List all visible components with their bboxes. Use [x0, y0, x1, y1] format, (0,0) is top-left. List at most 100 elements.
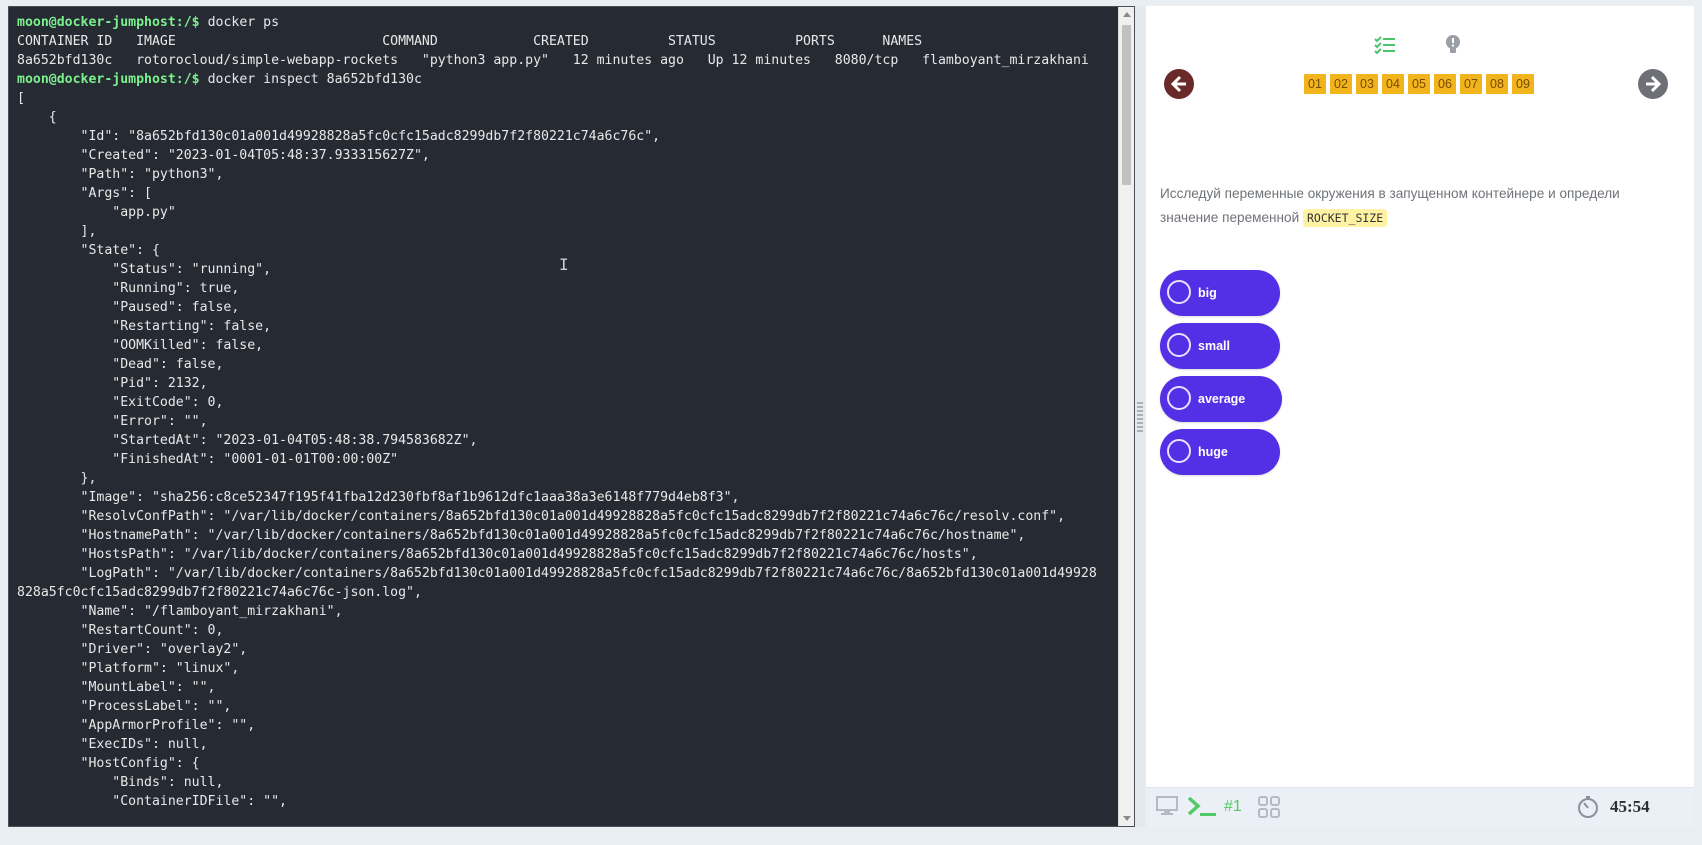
terminal-line-text: "Path": "python3", [17, 167, 224, 182]
terminal-line: "Driver": "overlay2", [17, 640, 1114, 659]
shell-prompt: moon@docker-jumphost:/$ [17, 15, 200, 30]
step-list: 01 02 03 04 05 06 07 08 09 [1304, 74, 1534, 94]
radio-circle-icon[interactable] [1167, 386, 1191, 410]
answer-label: small [1198, 339, 1230, 353]
terminal-line-text: docker ps [199, 15, 280, 30]
terminal-line: "Id": "8a652bfd130c01a001d49928828a5fc0c… [17, 127, 1114, 146]
terminal-line-text: "Status": "running", [17, 262, 272, 277]
terminal-scrollbar[interactable] [1118, 7, 1134, 826]
stopwatch-icon [1576, 795, 1600, 824]
radio-circle-icon[interactable] [1167, 280, 1191, 304]
question-body: Исследуй переменные окружения в запущенн… [1160, 186, 1620, 225]
terminal-line-text: "Error": "", [17, 414, 208, 429]
terminal-line-text: CONTAINER ID IMAGE COMMAND CREATED STATU… [17, 34, 923, 49]
terminal-line-text: ], [17, 224, 97, 239]
terminal-line: "Dead": false, [17, 355, 1114, 374]
terminal-line-text: "AppArmorProfile": "", [17, 718, 256, 733]
arrow-right-icon [1646, 75, 1662, 93]
terminal-line-text: "Running": true, [17, 281, 240, 296]
radio-circle-icon[interactable] [1167, 333, 1191, 357]
terminal-line: "Path": "python3", [17, 165, 1114, 184]
answer-option[interactable]: huge [1160, 429, 1280, 475]
terminal-line-text: "ProcessLabel": "", [17, 699, 232, 714]
step-navigation: 01 02 03 04 05 06 07 08 09 [1146, 64, 1694, 104]
terminal-line-text: "HostnamePath": "/var/lib/docker/contain… [17, 528, 1026, 543]
status-bar: #1 45:54 [1146, 787, 1694, 827]
scroll-down-arrow[interactable] [1123, 816, 1131, 821]
step-button[interactable]: 07 [1460, 74, 1482, 94]
divider-grip-handle[interactable] [1137, 402, 1143, 434]
terminal-line: "ExecIDs": null, [17, 735, 1114, 754]
terminal-window[interactable]: moon@docker-jumphost:/$ docker ps CONTAIN… [8, 6, 1135, 827]
terminal-line-text: "OOMKilled": false, [17, 338, 264, 353]
scroll-up-arrow[interactable] [1123, 12, 1131, 17]
terminal-line: "Pid": 2132, [17, 374, 1114, 393]
lightbulb-icon[interactable] [1440, 32, 1466, 58]
step-button[interactable]: 05 [1408, 74, 1430, 94]
step-button[interactable]: 04 [1382, 74, 1404, 94]
terminal-line-text: "Paused": false, [17, 300, 240, 315]
previous-step-button[interactable] [1164, 69, 1194, 99]
terminal-line: "ProcessLabel": "", [17, 697, 1114, 716]
terminal-line: "HostsPath": "/var/lib/docker/containers… [17, 545, 1114, 564]
terminal-line-text: "StartedAt": "2023-01-04T05:48:38.794583… [17, 433, 478, 448]
shell-prompt: moon@docker-jumphost:/$ [17, 72, 200, 87]
terminal-line-text: "RestartCount": 0, [17, 623, 224, 638]
terminal-line: "FinishedAt": "0001-01-01T00:00:00Z" [17, 450, 1114, 469]
terminal-line-text: "Restarting": false, [17, 319, 272, 334]
terminal-line: "ExitCode": 0, [17, 393, 1114, 412]
terminal-line: CONTAINER ID IMAGE COMMAND CREATED STATU… [17, 32, 1114, 51]
terminal-line-text: "Name": "/flamboyant_mirzakhani", [17, 604, 343, 619]
step-button[interactable]: 08 [1486, 74, 1508, 94]
checklist-icon[interactable] [1372, 32, 1398, 58]
i-beam-cursor: I [559, 255, 569, 274]
terminal-line: "Error": "", [17, 412, 1114, 431]
step-button[interactable]: 03 [1356, 74, 1378, 94]
terminal-line-text: 828a5fc0cfc15adc8299db7f2f80221c74a6c76c… [17, 585, 422, 600]
step-button[interactable]: 02 [1330, 74, 1352, 94]
terminal-line: "Image": "sha256:c8ce52347f195f41fba12d2… [17, 488, 1114, 507]
terminal-line: { [17, 108, 1114, 127]
terminal-output: moon@docker-jumphost:/$ docker ps CONTAIN… [17, 13, 1114, 811]
terminal-line: "ContainerIDFile": "", [17, 792, 1114, 811]
terminal-line-text: [ [17, 91, 25, 106]
terminal-line-text: "LogPath": "/var/lib/docker/containers/8… [17, 566, 1097, 581]
monitor-icon[interactable] [1156, 796, 1178, 821]
terminal-line: "HostConfig": { [17, 754, 1114, 773]
terminal-line-text: "Binds": null, [17, 775, 224, 790]
terminal-line: moon@docker-jumphost:/$ docker inspect 8… [17, 70, 1114, 89]
terminal-line: "LogPath": "/var/lib/docker/containers/8… [17, 564, 1114, 583]
next-step-button[interactable] [1638, 69, 1668, 99]
terminal-line: "Platform": "linux", [17, 659, 1114, 678]
terminal-line: "AppArmorProfile": "", [17, 716, 1114, 735]
answer-options: big small average huge [1160, 270, 1282, 482]
terminal-line-text: "Created": "2023-01-04T05:48:37.93331562… [17, 148, 430, 163]
session-label[interactable]: #1 [1224, 798, 1242, 816]
terminal-line-text: 8a652bfd130c rotorocloud/simple-webapp-r… [17, 53, 1089, 68]
terminal-line: "Restarting": false, [17, 317, 1114, 336]
terminal-line: "app.py" [17, 203, 1114, 222]
scroll-thumb[interactable] [1122, 25, 1131, 185]
question-text: Исследуй переменные окружения в запущенн… [1160, 182, 1680, 230]
answer-label: big [1198, 286, 1217, 300]
step-button[interactable]: 09 [1512, 74, 1534, 94]
radio-circle-icon[interactable] [1167, 439, 1191, 463]
terminal-line: "Paused": false, [17, 298, 1114, 317]
terminal-line: "RestartCount": 0, [17, 621, 1114, 640]
terminal-line-text: }, [17, 471, 97, 486]
arrow-left-icon [1170, 75, 1186, 93]
answer-label: average [1198, 392, 1246, 406]
terminal-line-text: { [17, 110, 57, 125]
answer-option[interactable]: small [1160, 323, 1280, 369]
terminal-line-text: "MountLabel": "", [17, 680, 216, 695]
answer-option[interactable]: average [1160, 376, 1282, 422]
answer-option[interactable]: big [1160, 270, 1280, 316]
grid-icon[interactable] [1258, 796, 1280, 823]
step-button[interactable]: 06 [1434, 74, 1456, 94]
step-button[interactable]: 01 [1304, 74, 1326, 94]
terminal-prompt-icon[interactable] [1186, 794, 1220, 823]
terminal-line-text: "Driver": "overlay2", [17, 642, 248, 657]
terminal-line-text: "ExitCode": 0, [17, 395, 224, 410]
terminal-line-text: "ExecIDs": null, [17, 737, 208, 752]
terminal-line-text: "Pid": 2132, [17, 376, 208, 391]
